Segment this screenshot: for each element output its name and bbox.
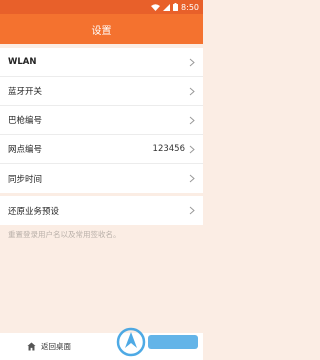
settings-item-sync-time[interactable]: 同步时间 [0, 164, 203, 193]
settings-item-scanner-id[interactable]: 巴枪编号 [0, 106, 203, 135]
watermark-logo [116, 327, 198, 357]
restore-hint-text: 重置登录用户名以及常用签收名。 [8, 230, 121, 239]
status-time: 8:50 [181, 2, 199, 12]
chevron-right-icon [189, 174, 195, 183]
status-icons [151, 3, 179, 11]
wifi-icon [151, 3, 161, 11]
home-icon [27, 342, 36, 351]
battery-icon [173, 3, 179, 11]
settings-item-label: 同步时间 [8, 174, 43, 185]
back-to-desktop-label: 返回桌面 [41, 342, 71, 351]
settings-list-reset: 还原业务预设 [0, 196, 203, 225]
chevron-right-icon [189, 116, 195, 124]
settings-item-outlet-id[interactable]: 网点编号 123456 [0, 135, 203, 164]
settings-item-label: 网点编号 [8, 145, 43, 155]
settings-item-label: 蓝牙开关 [8, 87, 43, 97]
settings-item-restore-presets[interactable]: 还原业务预设 [0, 196, 203, 225]
outlet-id-value: 123456 [152, 144, 185, 154]
settings-item-wlan[interactable]: WLAN [0, 48, 203, 77]
settings-item-bluetooth[interactable]: 蓝牙开关 [0, 77, 203, 106]
settings-item-label: WLAN [8, 57, 37, 67]
settings-item-label: 还原业务预设 [8, 206, 60, 217]
chevron-right-icon [189, 87, 195, 95]
chevron-right-icon [189, 58, 195, 66]
page-title: 设置 [91, 25, 112, 37]
chevron-right-icon [189, 206, 195, 215]
status-bar: 8:50 [0, 0, 203, 14]
settings-list-main: WLAN 蓝牙开关 巴枪编号 网点编号 123456 同步时间 [0, 48, 203, 193]
settings-item-label: 巴枪编号 [8, 116, 43, 126]
chevron-right-icon [189, 145, 195, 153]
signal-icon [163, 3, 171, 11]
app-bar: 设置 [0, 14, 203, 44]
